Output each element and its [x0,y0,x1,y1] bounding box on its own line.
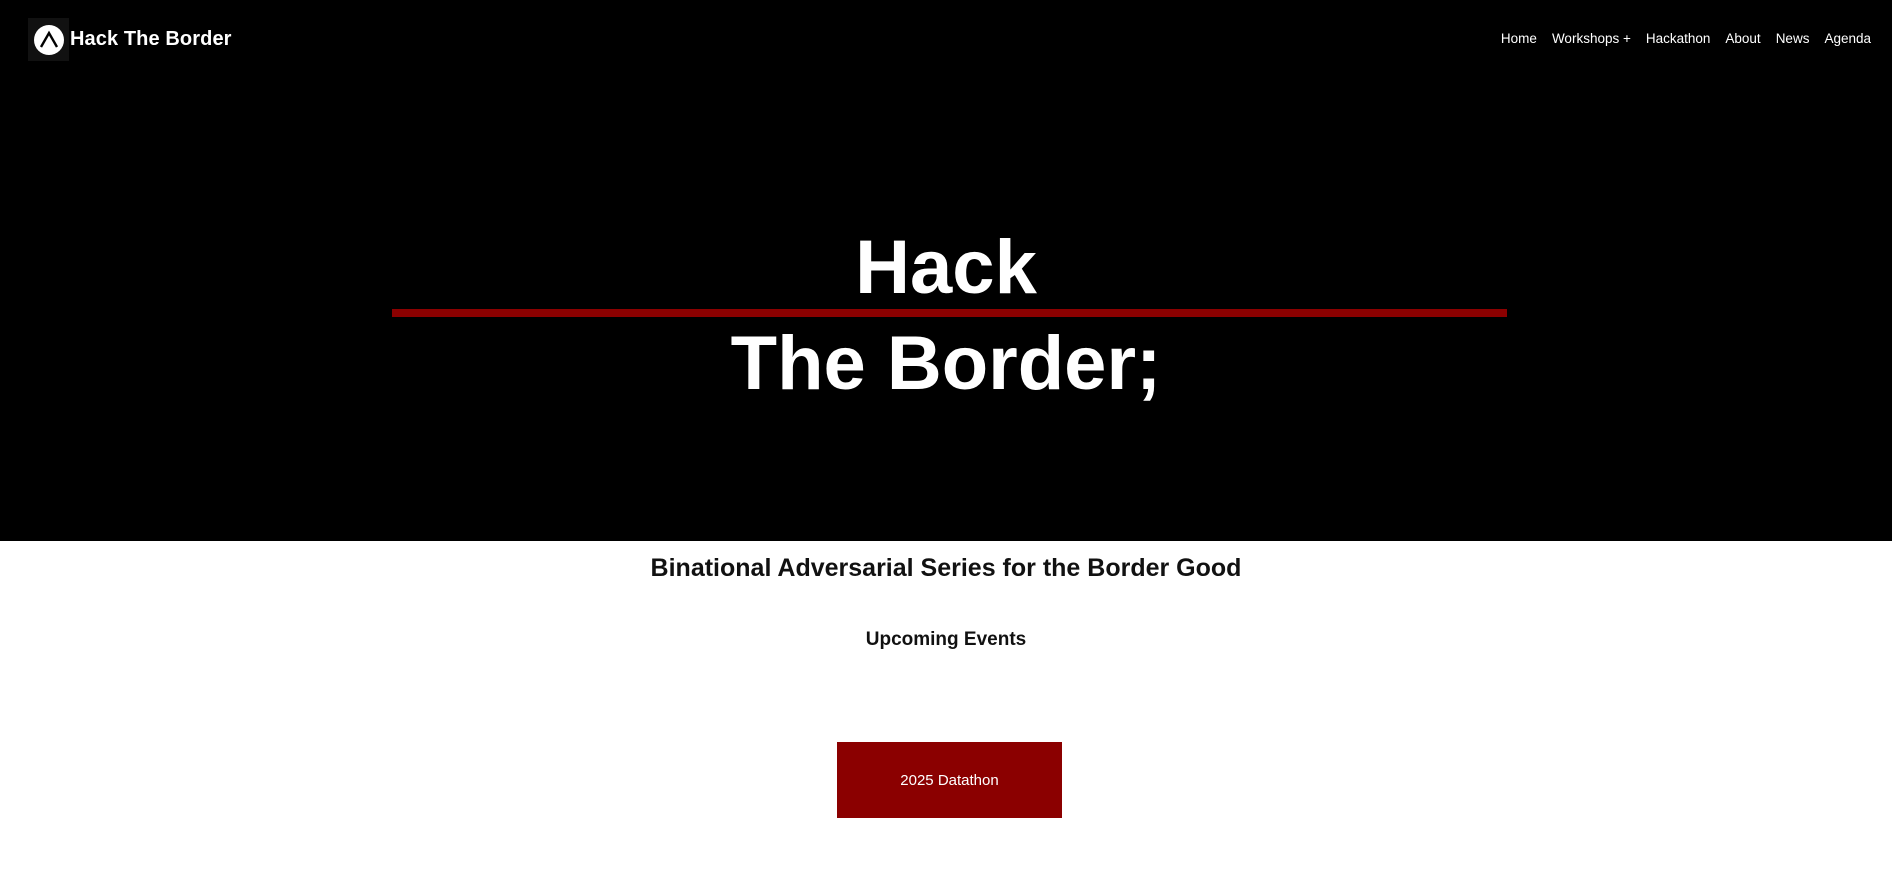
nav-workshops[interactable]: Workshops + [1552,31,1631,46]
upcoming-events-heading: Upcoming Events [865,629,1027,650]
hero-title-line-2: The Border; [730,321,1162,406]
hero-section: Hack The Border Home Workshops + Hackath… [0,0,1892,541]
hero-title-line-1: Hack [855,225,1037,310]
top-navbar: Hack The Border Home Workshops + Hackath… [0,0,1892,80]
brand-link[interactable]: Hack The Border [28,18,232,61]
event-button-2025-datathon[interactable]: 2025 Datathon [837,742,1062,818]
nav-home[interactable]: Home [1501,31,1537,46]
nav-menu: Home Workshops + Hackathon About News Ag… [1486,31,1871,46]
hero-divider [392,309,1507,317]
nav-news[interactable]: News [1776,31,1810,46]
nav-hackathon[interactable]: Hackathon [1646,31,1711,46]
nav-agenda[interactable]: Agenda [1824,31,1871,46]
logo [28,18,69,61]
brand-name: Hack The Border [70,28,232,50]
tagline: Binational Adversarial Series for the Bo… [650,554,1242,582]
peak-logo-icon [33,24,64,55]
nav-about[interactable]: About [1725,31,1760,46]
